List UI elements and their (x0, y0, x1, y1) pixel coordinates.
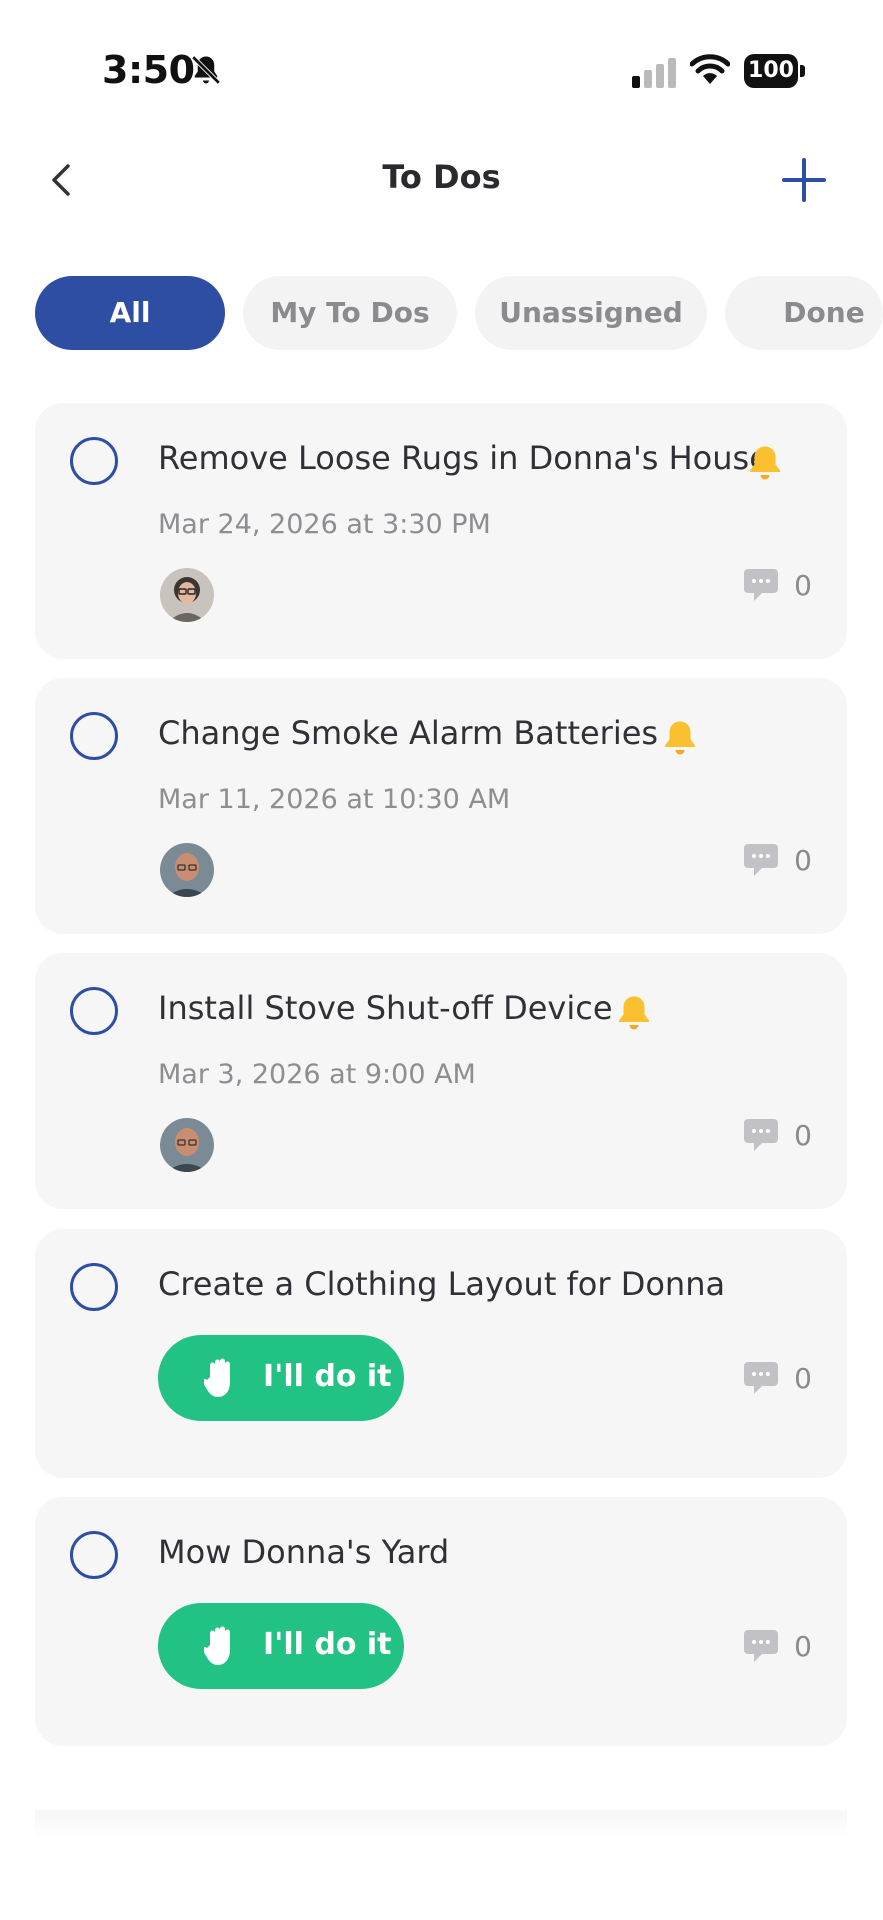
plus-icon (782, 158, 826, 202)
bell-icon (750, 446, 780, 480)
ill-do-it-button[interactable]: I'll do it (158, 1335, 404, 1421)
bell-icon (619, 996, 649, 1030)
wifi-icon (690, 54, 730, 84)
todo-card[interactable]: Install Stove Shut-off Device Mar 3, 202… (35, 953, 847, 1209)
woman-avatar-icon (160, 568, 214, 622)
page-title: To Dos (382, 158, 501, 196)
comment-icon (744, 569, 779, 601)
tab-unassigned[interactable]: Unassigned (475, 276, 707, 350)
assignee-avatar[interactable] (160, 1118, 214, 1172)
man-avatar-icon (160, 843, 214, 897)
hand-icon (204, 1626, 230, 1665)
comment-count: 0 (794, 1361, 812, 1395)
assignee-avatar[interactable] (160, 568, 214, 622)
man-avatar-icon (160, 1118, 214, 1172)
comment-icon (744, 1630, 779, 1662)
battery-level: 100 (744, 54, 798, 88)
comment-count: 0 (794, 1118, 812, 1152)
todo-due-date: Mar 24, 2026 at 3:30 PM (158, 509, 491, 540)
bell-off-icon (190, 54, 222, 86)
battery-tip (800, 65, 805, 77)
add-todo-button[interactable] (776, 152, 832, 208)
ill-do-it-button[interactable]: I'll do it (158, 1603, 404, 1689)
comments-button[interactable]: 0 (742, 1626, 812, 1666)
status-bar: 3:50 100 (0, 0, 883, 110)
hand-icon (204, 1358, 230, 1397)
status-time: 3:50 (102, 48, 195, 92)
todo-card[interactable]: Change Smoke Alarm Batteries Mar 11, 202… (35, 678, 847, 934)
comments-button[interactable]: 0 (742, 840, 812, 880)
comment-count: 0 (794, 568, 812, 602)
assignee-avatar[interactable] (160, 843, 214, 897)
tab-all[interactable]: All (35, 276, 225, 350)
comments-button[interactable]: 0 (742, 565, 812, 605)
tab-my-todos[interactable]: My To Dos (243, 276, 457, 350)
comment-count: 0 (794, 843, 812, 877)
todo-title: Mow Donna's Yard (158, 1533, 450, 1571)
todo-card[interactable]: Remove Loose Rugs in Donna's House Mar 2… (35, 403, 847, 659)
next-card-partial (35, 1810, 847, 1840)
todo-title: Change Smoke Alarm Batteries (158, 714, 659, 752)
battery-indicator: 100 (744, 54, 806, 88)
todo-title: Install Stove Shut-off Device (158, 989, 613, 1027)
todo-due-date: Mar 11, 2026 at 10:30 AM (158, 784, 511, 815)
cellular-signal-icon (632, 58, 676, 88)
todo-card[interactable]: Create a Clothing Layout for Donna I'll … (35, 1229, 847, 1478)
comment-icon (744, 1362, 779, 1394)
todo-title: Create a Clothing Layout for Donna (158, 1265, 726, 1303)
todo-due-date: Mar 3, 2026 at 9:00 AM (158, 1059, 476, 1090)
ill-do-it-label: I'll do it (263, 1359, 392, 1394)
bell-icon (665, 721, 695, 755)
todo-title: Remove Loose Rugs in Donna's House (158, 439, 769, 477)
tab-done[interactable]: Done (725, 276, 883, 350)
complete-checkbox[interactable] (70, 1263, 118, 1311)
ill-do-it-label: I'll do it (263, 1627, 392, 1662)
complete-checkbox[interactable] (70, 712, 118, 760)
comment-count: 0 (794, 1629, 812, 1663)
complete-checkbox[interactable] (70, 1531, 118, 1579)
comment-icon (744, 1119, 779, 1151)
complete-checkbox[interactable] (70, 437, 118, 485)
comment-icon (744, 844, 779, 876)
todo-card[interactable]: Mow Donna's Yard I'll do it 0 (35, 1497, 847, 1746)
comments-button[interactable]: 0 (742, 1115, 812, 1155)
comments-button[interactable]: 0 (742, 1358, 812, 1398)
complete-checkbox[interactable] (70, 987, 118, 1035)
